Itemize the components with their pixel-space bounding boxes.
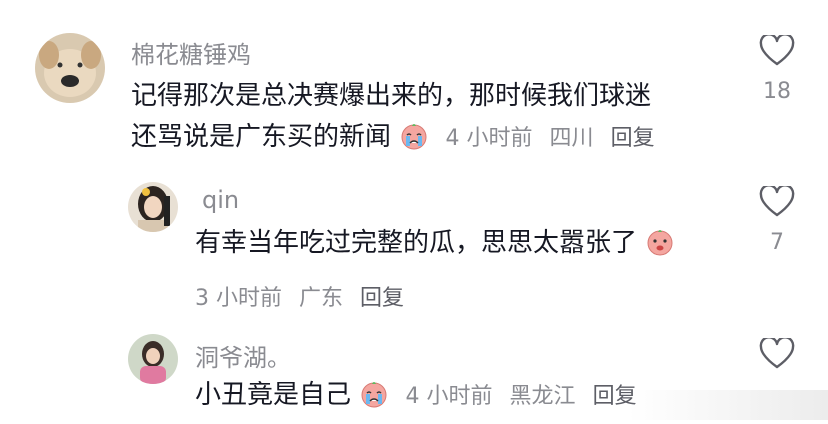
comment-text-line: 还骂说是广东买的新闻	[131, 122, 392, 152]
dog-avatar-image	[35, 33, 105, 103]
like-count: 7	[770, 230, 784, 255]
comment-text-line: 小丑竟是自己	[195, 380, 352, 410]
comment-text: 记得那次是总决赛爆出来的，那时候我们球迷	[131, 73, 651, 119]
comment-location: 黑龙江	[509, 384, 576, 409]
comment-text-with-meta: 还骂说是广东买的新闻 4 小时前 四川 回复	[131, 114, 665, 166]
heart-icon	[759, 186, 795, 217]
peach-face-emoji-icon	[645, 226, 675, 272]
comment-time: 4 小时前	[445, 126, 533, 151]
avatar[interactable]	[35, 33, 105, 103]
comment-username[interactable]: 棉花糖锤鸡	[131, 35, 251, 70]
heart-icon	[759, 35, 795, 66]
heart-icon	[759, 338, 795, 369]
avatar[interactable]	[128, 334, 178, 384]
comment-text-line: 记得那次是总决赛爆出来的，那时候我们球迷	[131, 81, 652, 111]
comment-text-line: 有幸当年吃过完整的瓜，思思太嚣张了	[195, 228, 638, 258]
avatar[interactable]	[128, 182, 178, 232]
person-avatar-image	[128, 334, 178, 384]
comment-username[interactable]: 洞爷湖。	[195, 338, 291, 373]
comment-text-with-meta: 小丑竟是自己 4 小时前 黑龙江 回复	[195, 372, 647, 424]
crying-face-emoji-icon	[359, 378, 389, 424]
comment-location: 四川	[549, 126, 594, 151]
reply-button[interactable]: 回复	[611, 126, 655, 151]
comment-text-with-emoji: 有幸当年吃过完整的瓜，思思太嚣张了	[195, 220, 683, 272]
comment-time: 4 小时前	[405, 384, 493, 409]
crying-face-emoji-icon	[399, 120, 429, 166]
like-button[interactable]	[752, 338, 802, 370]
comment-location: 广东	[299, 286, 344, 311]
like-button[interactable]: 18	[752, 35, 802, 104]
like-count: 18	[763, 79, 791, 104]
comment-time: 3 小时前	[195, 286, 282, 311]
girl-avatar-image	[128, 182, 178, 232]
reply-button[interactable]: 回复	[360, 286, 404, 311]
comment-meta: 3 小时前 广东 回复	[195, 280, 414, 312]
like-button[interactable]: 7	[752, 186, 802, 255]
bottom-right-fade	[628, 390, 828, 420]
comment-username[interactable]: qin	[202, 186, 239, 214]
